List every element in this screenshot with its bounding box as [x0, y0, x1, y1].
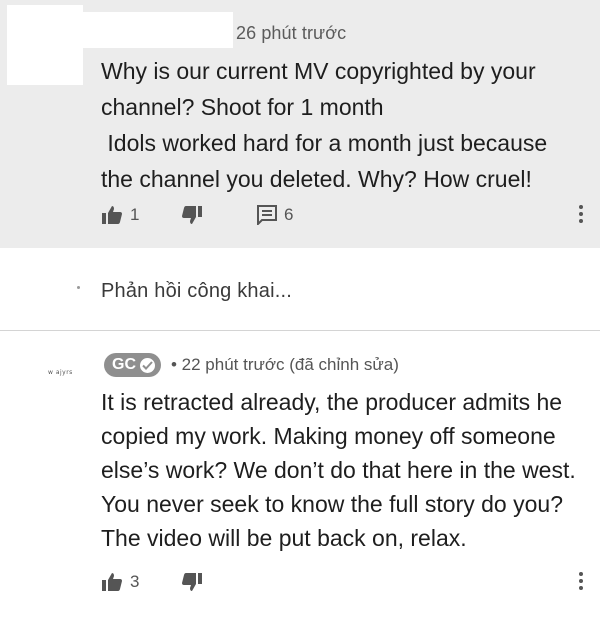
like-count: 1: [130, 205, 140, 224]
reply-like-button[interactable]: 3: [101, 567, 139, 597]
author-name-redacted: [83, 12, 233, 48]
reply-body-line: else’s work? We don’t do that here in th…: [101, 457, 576, 483]
reply-meta: • 22 phút trước (đã chỉnh sửa): [171, 355, 399, 374]
reply-like-count: 3: [130, 572, 140, 591]
comment-body-line: Why is our current MV copyrighted by you…: [101, 58, 536, 84]
verified-check-icon: [140, 357, 155, 373]
reply-body-line: It is retracted already, the producer ad…: [101, 389, 563, 415]
reply-box: Phản hồi công khai...: [0, 248, 600, 331]
dislike-button[interactable]: [181, 200, 203, 230]
reply-body-line: You never seek to know the full story do…: [101, 491, 563, 517]
thumbs-down-icon: [182, 573, 202, 591]
author-name: GC: [112, 356, 136, 373]
thumbs-up-icon: [102, 206, 122, 224]
user-avatar-placeholder: [77, 286, 80, 289]
more-options-icon[interactable]: [578, 572, 584, 593]
reply-dislike-button[interactable]: [181, 567, 203, 597]
reply-actions: 3: [101, 567, 581, 597]
reply-body-line: The video will be put back on, relax.: [101, 525, 467, 551]
comment-body-line: Idols worked hard for a month just becau…: [101, 130, 548, 156]
reply-avatar: w ajyrs: [48, 369, 73, 376]
more-options-icon[interactable]: [578, 205, 584, 226]
comment-icon: [257, 205, 277, 225]
reply-input[interactable]: Phản hồi công khai...: [101, 280, 292, 303]
reply-body-line: copied my work. Making money off someone: [101, 423, 556, 449]
comment-timestamp: 26 phút trước: [236, 23, 347, 43]
comment-body: Why is our current MV copyrighted by you…: [101, 53, 571, 197]
reply-body: It is retracted already, the producer ad…: [101, 385, 581, 555]
comment-actions: 1 6: [101, 200, 581, 230]
like-button[interactable]: 1: [101, 200, 139, 230]
comment-body-line: the channel you deleted. Why? How cruel!: [101, 166, 532, 192]
thumbs-down-icon: [182, 206, 202, 224]
avatar-redacted: [7, 5, 83, 85]
comment-card: 26 phút trước Why is our current MV copy…: [0, 0, 600, 248]
comment-body-line: channel? Shoot for 1 month: [101, 94, 384, 120]
thumbs-up-icon: [102, 573, 122, 591]
author-badge[interactable]: GC: [104, 353, 161, 377]
reply-count: 6: [284, 205, 294, 224]
replies-button[interactable]: 6: [257, 200, 293, 230]
